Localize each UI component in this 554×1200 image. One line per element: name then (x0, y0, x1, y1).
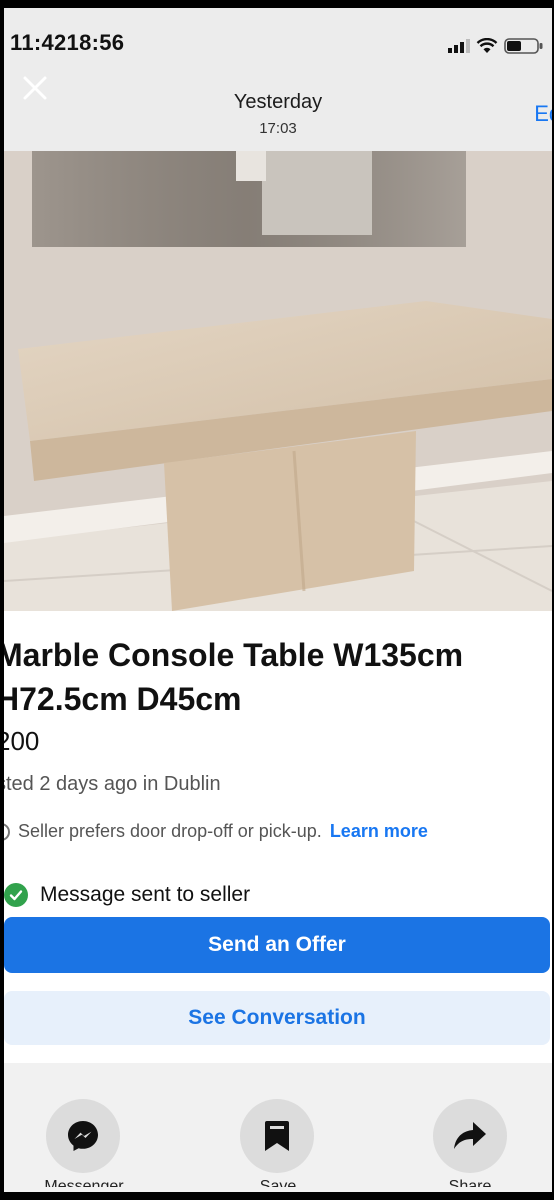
listing-details: Marble Console Table W135cm H72.5cm D45c… (4, 611, 552, 1192)
listing-title-line2: H72.5cm D45cm (4, 681, 242, 717)
wifi-icon (476, 38, 498, 54)
battery-icon (504, 37, 544, 55)
send-offer-button[interactable]: Send an Offer (4, 917, 550, 973)
listing-photo[interactable] (4, 151, 552, 611)
messenger-label: Messenger (44, 1178, 124, 1187)
status-bar: 11:4218:56 (4, 8, 552, 68)
listing-price: 200 (4, 726, 40, 756)
header-title: Yesterday (233, 91, 323, 113)
status-time: 11:4218:56 (10, 30, 125, 55)
message-sent-text: Message sent to seller (40, 883, 251, 906)
share-label: Share (448, 1178, 492, 1187)
seller-preference: Seller prefers door drop-off or pick-up.… (4, 821, 428, 842)
save-button[interactable] (240, 1099, 314, 1173)
message-sent-status: Message sent to seller (4, 883, 250, 907)
bookmark-icon (265, 1121, 289, 1151)
check-icon (4, 883, 28, 907)
listing-title-line1: Marble Console Table W135cm (4, 637, 464, 673)
share-icon (454, 1122, 486, 1149)
app-frame: 11:4218:56 Yesterday 17:03 Edi (4, 8, 552, 1192)
share-button[interactable] (433, 1099, 507, 1173)
header: Yesterday 17:03 Edi (4, 63, 552, 151)
save-label: Save (259, 1178, 297, 1187)
header-subtitle: 17:03 (259, 120, 297, 137)
messenger-icon (68, 1121, 98, 1151)
learn-more-link[interactable]: Learn more (330, 821, 428, 842)
listing-meta: sted 2 days ago in Dublin (4, 773, 221, 795)
status-icons (448, 36, 544, 56)
listing-title: Marble Console Table W135cm H72.5cm D45c… (4, 633, 552, 721)
seller-preference-text: Seller prefers door drop-off or pick-up. (18, 821, 322, 841)
edit-button[interactable]: Edi (534, 101, 552, 127)
bottom-action-bar: Messenger Save Share (4, 1063, 552, 1192)
messenger-button[interactable] (46, 1099, 120, 1173)
signal-icon (448, 39, 470, 53)
info-icon (4, 822, 10, 841)
see-conversation-button[interactable]: See Conversation (4, 991, 550, 1045)
